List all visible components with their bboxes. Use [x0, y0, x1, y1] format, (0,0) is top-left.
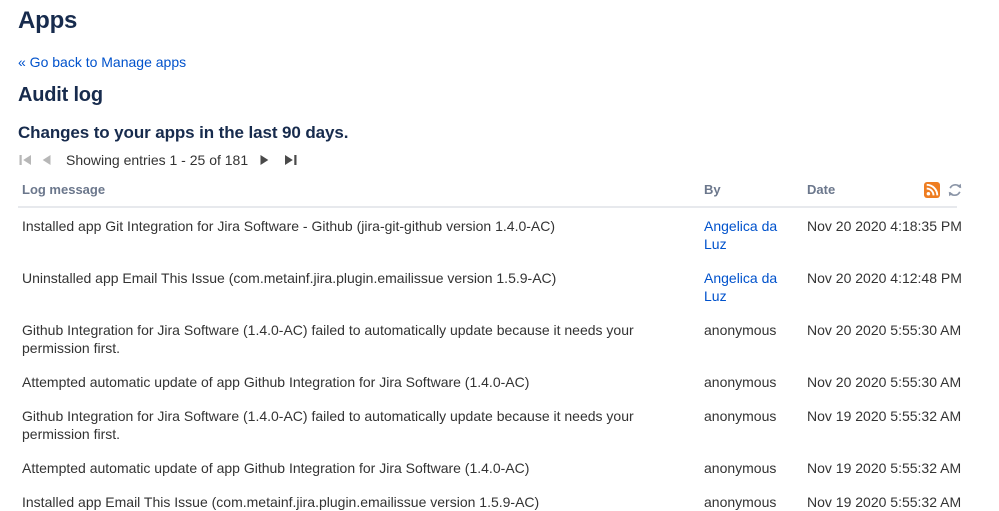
- by-user-text: anonymous: [704, 459, 777, 476]
- log-message-cell: Attempted automatic update of app Github…: [22, 459, 530, 476]
- audit-log-subtitle: Changes to your apps in the last 90 days…: [18, 123, 349, 142]
- by-cell: anonymous: [700, 312, 803, 364]
- by-user-link[interactable]: Angelica da Luz: [704, 218, 777, 252]
- date-cell: Nov 20 2020 5:55:30 AM: [807, 321, 962, 338]
- table-row: Installed app Git Integration for Jira S…: [18, 207, 962, 260]
- table-row: Installed app Email This Issue (com.meta…: [18, 484, 962, 511]
- next-page-icon[interactable]: [258, 153, 272, 167]
- log-message-cell: Github Integration for Jira Software (1.…: [22, 407, 634, 442]
- by-cell: Angelica da Luz: [700, 207, 803, 260]
- audit-log-table: Log message By Date Installed app Git In…: [18, 175, 962, 511]
- by-cell: Angelica da Luz: [700, 260, 803, 312]
- refresh-icon[interactable]: [947, 182, 963, 198]
- column-header-log-message: Log message: [18, 175, 700, 208]
- table-row: Uninstalled app Email This Issue (com.me…: [18, 260, 962, 312]
- audit-log-title: Audit log: [18, 84, 103, 106]
- table-row: Github Integration for Jira Software (1.…: [18, 398, 962, 450]
- last-page-icon[interactable]: [283, 153, 297, 167]
- log-message-cell: Installed app Email This Issue (com.meta…: [22, 493, 540, 510]
- column-header-by: By: [700, 175, 803, 208]
- log-message-cell: Github Integration for Jira Software (1.…: [22, 321, 634, 356]
- table-row: Github Integration for Jira Software (1.…: [18, 312, 962, 364]
- log-message-cell: Uninstalled app Email This Issue (com.me…: [22, 269, 557, 286]
- table-header-row: Log message By Date: [18, 175, 962, 208]
- date-cell: Nov 20 2020 5:55:30 AM: [807, 373, 962, 390]
- previous-page-icon[interactable]: [39, 153, 53, 167]
- date-cell: Nov 20 2020 4:12:48 PM: [807, 269, 962, 286]
- by-user-text: anonymous: [704, 321, 777, 338]
- log-message-cell: Installed app Git Integration for Jira S…: [22, 217, 556, 234]
- date-cell: Nov 19 2020 5:55:32 AM: [807, 459, 962, 476]
- page-title: Apps: [18, 7, 78, 34]
- log-message-cell: Attempted automatic update of app Github…: [22, 373, 530, 390]
- header-icons-cell: [920, 175, 962, 208]
- date-cell: Nov 19 2020 5:55:32 AM: [807, 407, 962, 424]
- pagination-bar: Showing entries 1 - 25 of 181: [18, 151, 981, 169]
- by-user-text: anonymous: [704, 493, 777, 510]
- first-page-icon[interactable]: [18, 153, 32, 167]
- by-user-text: anonymous: [704, 407, 777, 424]
- audit-log-page: Apps « Go back to Manage apps Audit log …: [0, 0, 999, 511]
- pagination-label: Showing entries 1 - 25 of 181: [66, 152, 249, 168]
- table-row: Attempted automatic update of app Github…: [18, 364, 962, 398]
- by-user-link[interactable]: Angelica da Luz: [704, 270, 777, 304]
- column-header-date: Date: [803, 175, 920, 208]
- table-row: Attempted automatic update of app Github…: [18, 450, 962, 484]
- by-cell: anonymous: [700, 450, 803, 484]
- date-cell: Nov 19 2020 5:55:32 AM: [807, 493, 962, 510]
- rss-feed-icon[interactable]: [924, 181, 940, 198]
- by-cell: anonymous: [700, 398, 803, 450]
- go-back-manage-apps-link[interactable]: « Go back to Manage apps: [18, 54, 186, 70]
- date-cell: Nov 20 2020 4:18:35 PM: [807, 217, 962, 234]
- by-cell: anonymous: [700, 484, 803, 511]
- by-cell: anonymous: [700, 364, 803, 398]
- by-user-text: anonymous: [704, 373, 777, 390]
